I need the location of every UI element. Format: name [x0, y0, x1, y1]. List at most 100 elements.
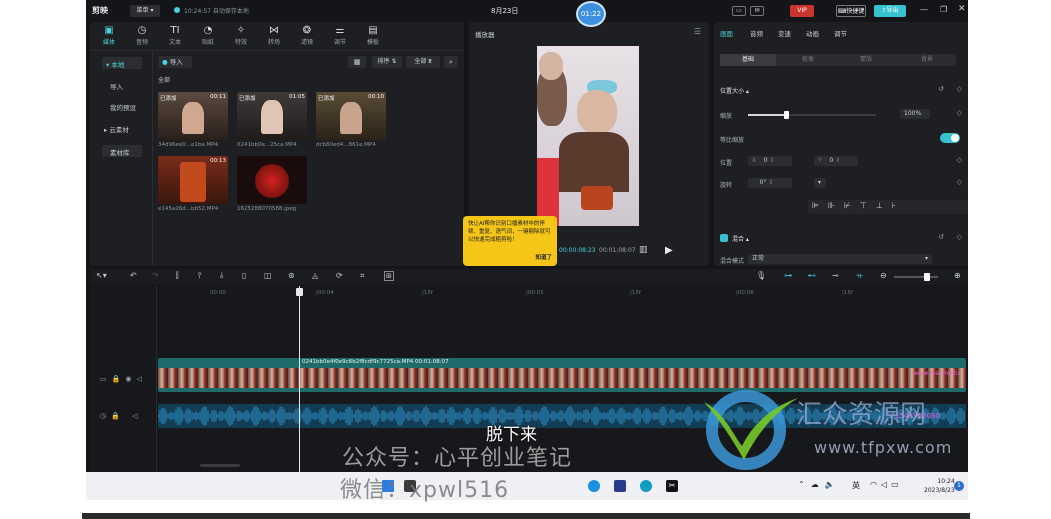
mirror-icon[interactable]: ◬ — [312, 271, 318, 280]
clock[interactable]: 10:24 2023/8/23 — [924, 477, 955, 495]
feedback-icon[interactable]: ✉ — [750, 6, 764, 16]
close-icon[interactable]: ✕ — [958, 4, 966, 14]
tab-adjust[interactable]: ⚌ 调节 — [327, 25, 353, 46]
tray-icons[interactable]: ⌃☁🔈 — [798, 480, 841, 489]
vip-button[interactable]: VIP — [790, 5, 814, 17]
zoom-in-icon[interactable]: ⊕ — [954, 271, 961, 280]
tab-picture[interactable]: 画面 — [720, 28, 733, 38]
tab-sticker[interactable]: ◔ 贴纸 — [195, 25, 221, 46]
media-thumb[interactable] — [237, 156, 307, 204]
import-button[interactable]: ● 导入 — [158, 56, 192, 68]
keyframe-icon[interactable]: ◇ — [957, 178, 962, 186]
timeline-scrollbar[interactable] — [200, 464, 240, 467]
tab-template[interactable]: ▤ 模板 — [360, 25, 386, 46]
sidebar-item-import[interactable]: 导入 — [102, 81, 146, 91]
frame-icon[interactable]: ▥ — [639, 245, 648, 255]
media-thumb[interactable]: 00:13 — [158, 156, 228, 204]
keyframe-icon[interactable]: ◇ — [957, 156, 962, 164]
sidebar-item-presets[interactable]: 我的预设 — [102, 102, 146, 112]
video-track-controls[interactable]: ▭🔒◉◁ — [100, 375, 147, 383]
search-icon[interactable]: ⌕ — [444, 56, 458, 68]
network-sound-icons[interactable]: ◠◁▭ — [870, 480, 903, 489]
auto-snap-icon[interactable]: ⊷ — [808, 271, 816, 280]
menu-button[interactable]: 菜单 ▾ — [130, 5, 160, 17]
keyframe-icon[interactable]: ◇ — [957, 109, 962, 117]
tab-effects[interactable]: ✧ 特效 — [228, 25, 254, 46]
view-toggle-icon[interactable]: ▦ — [348, 56, 366, 68]
capcut-icon[interactable]: ✂ — [666, 480, 678, 492]
split-right-icon[interactable]: ⫰ — [220, 271, 223, 281]
tab-media[interactable]: ▣ 媒体 — [96, 25, 122, 46]
export-button[interactable]: ⇪导出 — [874, 5, 906, 17]
split-icon[interactable]: ⫿ — [176, 271, 179, 281]
playhead[interactable] — [296, 286, 303, 472]
tab-speed[interactable]: 变速 — [778, 28, 791, 38]
maximize-icon[interactable]: ❐ — [940, 5, 947, 14]
media-thumb[interactable]: 已添加 01:05 — [237, 92, 307, 140]
uniform-scale-toggle[interactable] — [940, 133, 960, 143]
rotate-icon[interactable]: ⟳ — [336, 271, 343, 280]
sidebar-item-library[interactable]: 素材库 — [102, 145, 142, 157]
zoom-slider[interactable] — [894, 273, 938, 281]
blend-checkbox[interactable] — [720, 234, 728, 242]
playhead-handle[interactable] — [296, 288, 303, 296]
tab-audio[interactable]: ◷ 音频 — [129, 25, 155, 46]
tab-text[interactable]: TI 文本 — [162, 25, 188, 46]
reset-icon[interactable]: ↺ — [938, 233, 944, 241]
position-x-input[interactable]: X 0 ⇕ — [748, 156, 792, 166]
audio-track-controls[interactable]: ◷🔒 ◁ — [100, 412, 142, 420]
split-left-icon[interactable]: ⫯ — [198, 271, 201, 281]
player-menu-icon[interactable]: ☰ — [694, 27, 701, 36]
notification-badge[interactable]: 1 — [954, 481, 964, 491]
tab-transition[interactable]: ⋈ 转场 — [261, 25, 287, 46]
position-y-input[interactable]: Y 0 ⇕ — [814, 156, 858, 166]
tab-animation[interactable]: 动画 — [806, 28, 819, 38]
reset-icon[interactable]: ↺ — [938, 85, 944, 93]
zoom-out-icon[interactable]: ⊖ — [880, 271, 887, 280]
subtab-mask[interactable]: 蒙版 — [846, 54, 886, 66]
microphone-icon[interactable]: 🎙 — [756, 271, 766, 280]
cursor-icon[interactable]: ↖▾ — [96, 271, 107, 280]
media-thumb[interactable]: 已添加 00:10 — [316, 92, 386, 140]
sidebar-item-cloud[interactable]: ▸ 云素材 — [102, 124, 146, 134]
ai-cut-icon[interactable]: ⊞ — [384, 271, 394, 281]
redo-icon[interactable]: ↷ — [152, 271, 159, 280]
scale-input[interactable]: 100% — [900, 109, 930, 119]
blend-mode-select[interactable]: 正常 ▾ — [748, 254, 932, 264]
app-icon[interactable] — [614, 480, 626, 492]
scale-slider-knob[interactable] — [784, 111, 790, 119]
crop-icon[interactable]: ⌗ — [360, 271, 365, 281]
browser-icon[interactable] — [640, 480, 652, 492]
tab-audio[interactable]: 音频 — [750, 28, 763, 38]
rotate-input[interactable]: 0° ⇕ — [748, 178, 792, 188]
edge-icon[interactable] — [588, 480, 600, 492]
reverse-icon[interactable]: ⊛ — [288, 271, 295, 280]
zoom-slider-knob[interactable] — [924, 273, 930, 281]
undo-icon[interactable]: ↶ — [130, 271, 137, 280]
subtab-background[interactable]: 背景 — [904, 54, 950, 66]
preview-video[interactable] — [537, 46, 639, 226]
freeze-icon[interactable]: ◫ — [264, 271, 272, 280]
align-icons[interactable]: ⊫⊪⊬⊤⊥⊦ — [812, 201, 905, 210]
rotate-menu-icon[interactable]: ▾ — [814, 178, 826, 188]
sort-button[interactable]: 排序 ⇅ — [372, 56, 402, 68]
tab-adjust[interactable]: 调节 — [834, 28, 847, 38]
preview-axis-icon[interactable]: ⟛ — [856, 271, 863, 281]
link-icon[interactable]: ⊸ — [832, 271, 839, 280]
subtab-cutout[interactable]: 抠像 — [788, 54, 828, 66]
play-icon[interactable]: ▶ — [665, 245, 673, 256]
keyframe-icon[interactable]: ◇ — [957, 233, 962, 241]
tab-filter[interactable]: ❂ 滤镜 — [294, 25, 320, 46]
sidebar-item-local[interactable]: ▾ 本地 — [102, 57, 142, 69]
shortcut-button[interactable]: ⌨快捷键 — [836, 5, 866, 17]
ime-indicator[interactable]: 英 — [852, 480, 860, 491]
tip-ok-button[interactable]: 知道了 — [535, 254, 552, 262]
subtab-basic[interactable]: 基础 — [720, 54, 776, 66]
video-clip[interactable]: 0241bb0e4f0e9c6b2f8cdf9c7725ca.MP4 00:01… — [158, 358, 966, 392]
delete-icon[interactable]: ▯ — [242, 271, 246, 280]
filter-button[interactable]: 全部 ⩩ — [406, 56, 440, 68]
keyframe-icon[interactable]: ◇ — [957, 85, 962, 93]
scale-slider[interactable] — [748, 111, 876, 119]
media-thumb[interactable]: 已添加 00:11 — [158, 92, 228, 140]
minimize-icon[interactable]: — — [920, 5, 928, 14]
